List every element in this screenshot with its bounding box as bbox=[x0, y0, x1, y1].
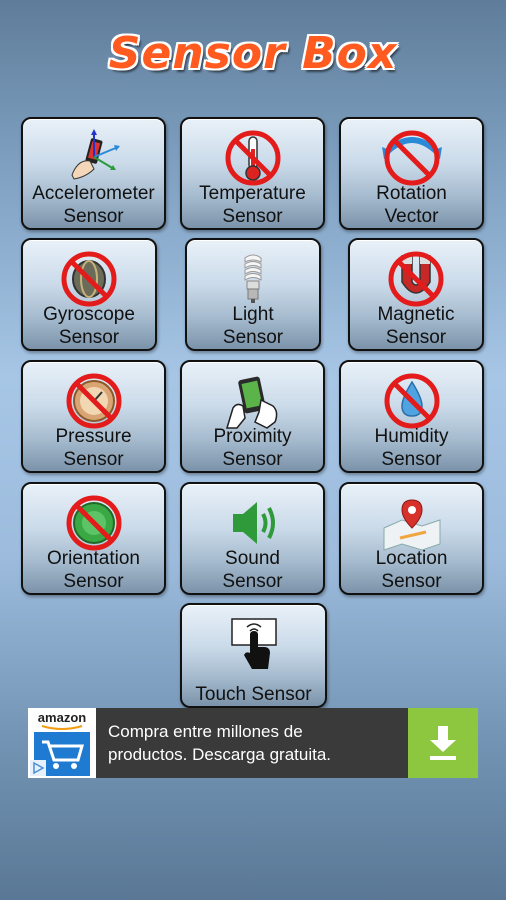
tile-label-line2: Sensor bbox=[63, 449, 124, 470]
tile-pressure[interactable]: Pressure Sensor bbox=[21, 360, 166, 473]
download-arrow-icon bbox=[430, 726, 456, 760]
pressure-disabled-icon bbox=[66, 373, 121, 429]
speaker-icon bbox=[232, 502, 275, 544]
tile-label-line1: Proximity bbox=[213, 426, 292, 447]
tile-humidity[interactable]: Humidity Sensor bbox=[339, 360, 484, 473]
tile-label-line1: Gyroscope bbox=[43, 304, 135, 325]
ad-choices-icon[interactable] bbox=[30, 760, 46, 776]
app-title: Sensor Box bbox=[108, 28, 398, 79]
tile-label-line2: Sensor bbox=[63, 571, 124, 592]
tile-proximity[interactable]: Proximity Sensor bbox=[180, 360, 325, 473]
tile-label-line2: Vector bbox=[384, 206, 439, 227]
amazon-logo: amazon bbox=[28, 708, 96, 778]
tile-rotation-vector[interactable]: Rotation Vector bbox=[339, 117, 484, 230]
tile-touch[interactable]: Touch Sensor bbox=[180, 603, 327, 708]
tile-label-line1: Accelerometer bbox=[32, 183, 155, 204]
tile-label-line2: Sensor bbox=[222, 206, 283, 227]
tile-magnetic[interactable]: Magnetic Sensor bbox=[348, 238, 484, 351]
ad-text: Compra entre millones de productos. Desc… bbox=[108, 720, 428, 766]
tile-accelerometer[interactable]: Accelerometer Sensor bbox=[21, 117, 166, 230]
tile-label-line2: Sensor bbox=[381, 449, 442, 470]
tile-label-line1: Light bbox=[232, 304, 274, 325]
ad-line-1: Compra entre millones de bbox=[108, 722, 303, 741]
proximity-phone-icon bbox=[225, 376, 277, 429]
tile-label-line1: Location bbox=[375, 548, 448, 569]
tile-orientation[interactable]: Orientation Sensor bbox=[21, 482, 166, 595]
tile-label-line2: Sensor bbox=[58, 327, 120, 348]
tile-label-line2: Sensor bbox=[385, 327, 447, 348]
tile-sound[interactable]: Sound Sensor bbox=[180, 482, 325, 595]
tile-label-line2: Sensor bbox=[222, 571, 283, 592]
tile-label-line1: Sound bbox=[225, 548, 280, 569]
tile-label-line2: Sensor bbox=[222, 449, 283, 470]
tile-label-line1: Rotation bbox=[376, 183, 447, 204]
tile-label-line1: Magnetic bbox=[377, 304, 455, 325]
ad-banner[interactable]: amazon Compra entre millones de producto… bbox=[28, 708, 478, 778]
tile-label-line1: Temperature bbox=[199, 183, 306, 204]
orientation-disabled-icon bbox=[66, 495, 121, 551]
tile-label-line1: Pressure bbox=[55, 426, 132, 447]
temperature-disabled-icon bbox=[225, 130, 280, 186]
tile-temperature[interactable]: Temperature Sensor bbox=[180, 117, 325, 230]
tile-label-line2: Sensor bbox=[381, 571, 442, 592]
gyroscope-disabled-icon bbox=[61, 251, 117, 307]
tile-light[interactable]: Light Sensor bbox=[185, 238, 321, 351]
rotation-disabled-icon bbox=[381, 130, 442, 186]
magnet-disabled-icon bbox=[388, 251, 444, 307]
tile-gyroscope[interactable]: Gyroscope Sensor bbox=[21, 238, 157, 351]
tile-label-line1: Humidity bbox=[374, 426, 449, 447]
ad-download-button[interactable] bbox=[408, 708, 478, 778]
tile-location[interactable]: Location Sensor bbox=[339, 482, 484, 595]
accelerometer-icon bbox=[70, 129, 120, 180]
humidity-disabled-icon bbox=[384, 373, 439, 429]
tile-label-line1: Touch Sensor bbox=[195, 684, 312, 705]
tile-label-line2: Sensor bbox=[222, 327, 284, 348]
map-pin-icon bbox=[383, 499, 440, 551]
ad-line-2: productos. Descarga gratuita. bbox=[108, 745, 332, 764]
tile-label-line1: Orientation bbox=[47, 548, 140, 569]
light-bulb-icon bbox=[244, 254, 262, 303]
touch-hand-icon bbox=[230, 618, 277, 669]
tile-label-line2: Sensor bbox=[63, 206, 124, 227]
